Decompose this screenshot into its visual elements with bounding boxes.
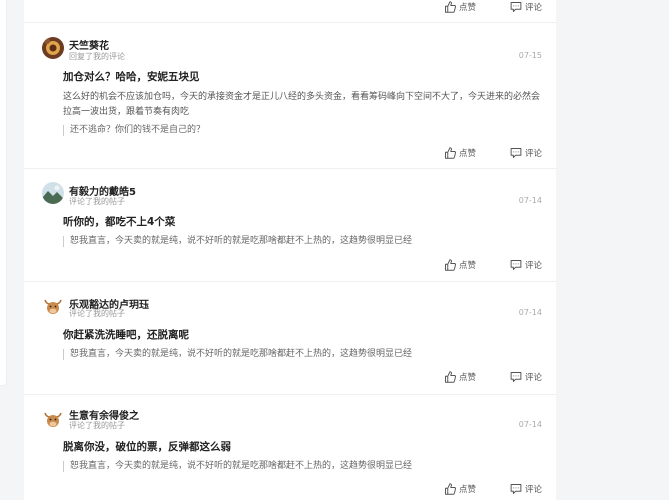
thumbs-up-icon [444,147,456,159]
comment-icon [510,260,522,270]
quoted-text: 恕我直言，今天卖的就是纯，说不好听的就是吃那啥都赶不上热的，这趋势很明显已经 [63,349,412,360]
reply-title[interactable]: 听你的，都吃不上4个菜 [63,214,175,229]
comment-item: 生意有余得俊之 评论了我的帖子 07-14 脱离你没，破位的票，反弹都这么弱 恕… [24,395,556,500]
comment-date: 07-14 [518,196,542,205]
reply-title[interactable]: 脱离你没，破位的票，反弹都这么弱 [63,439,231,454]
comment-date: 07-14 [518,420,542,429]
like-label: 点赞 [458,149,476,159]
like-button[interactable]: 点赞 [444,1,476,13]
like-button[interactable]: 点赞 [444,147,476,159]
activity-subline: 回复了我的评论 [69,52,125,61]
comment-button[interactable]: 评论 [510,147,542,159]
left-side-panel [0,0,7,386]
thumbs-up-icon [444,371,456,383]
reply-title[interactable]: 你赶紧洗洗睡吧，还脱离呢 [63,327,189,342]
comment-button[interactable]: 评论 [510,1,542,13]
reply-title[interactable]: 加仓对么？哈哈，安妮五块见 [63,69,200,84]
comment-button[interactable]: 评论 [510,371,542,383]
quoted-text: 还不逃命？你们的钱不是自己的？ [63,125,205,136]
comment-icon [510,148,522,158]
like-button[interactable]: 点赞 [444,259,476,271]
comment-icon [510,484,522,494]
like-label: 点赞 [458,485,476,495]
thumbs-up-icon [444,259,456,271]
comment-label: 评论 [524,149,542,159]
landscape-avatar-icon[interactable] [42,182,64,204]
comment-button[interactable]: 评论 [510,259,542,271]
previous-comment-actions: 点赞 评论 [24,0,556,23]
comment-feed: 点赞 评论 天竺葵花 回复了我的评论 07-15 加仓对么？哈哈，安妮五块见 这… [24,0,556,500]
activity-subline: 评论了我的帖子 [69,421,125,430]
comment-item: 乐观豁达的卢玥珏 评论了我的帖子 07-14 你赶紧洗洗睡吧，还脱离呢 恕我直言… [24,282,556,395]
like-button[interactable]: 点赞 [444,371,476,383]
like-label: 点赞 [458,261,476,271]
comment-label: 评论 [524,485,542,495]
like-label: 点赞 [458,3,476,13]
quoted-text: 恕我直言，今天卖的就是纯，说不好听的就是吃那啥都赶不上热的，这趋势很明显已经 [63,461,412,472]
comment-item: 有毅力的戴皓5 评论了我的帖子 07-14 听你的，都吃不上4个菜 恕我直言，今… [24,169,556,282]
bull-avatar-icon[interactable] [42,295,64,317]
comment-icon [510,372,522,382]
comment-button[interactable]: 评论 [510,483,542,495]
activity-subline: 评论了我的帖子 [69,309,125,318]
comment-label: 评论 [524,261,542,271]
comment-date: 07-14 [518,308,542,317]
activity-subline: 评论了我的帖子 [69,197,125,206]
reply-body: 这么好的机会不应该加仓吗，今天的承接资金才是正儿八经的多头资金，看看筹码峰向下空… [63,92,541,117]
thumbs-up-icon [444,1,456,13]
quoted-text: 恕我直言，今天卖的就是纯，说不好听的就是吃那啥都赶不上热的，这趋势很明显已经 [63,236,412,247]
thumbs-up-icon [444,483,456,495]
like-label: 点赞 [458,373,476,383]
comment-label: 评论 [524,3,542,13]
comment-icon [510,2,522,12]
username[interactable]: 天竺葵花 [69,37,109,52]
comment-date: 07-15 [518,51,542,60]
like-button[interactable]: 点赞 [444,483,476,495]
comment-label: 评论 [524,373,542,383]
comment-item: 天竺葵花 回复了我的评论 07-15 加仓对么？哈哈，安妮五块见 这么好的机会不… [24,23,556,169]
bull-avatar-icon[interactable] [42,408,64,430]
sunflower-avatar-icon[interactable] [42,37,64,59]
